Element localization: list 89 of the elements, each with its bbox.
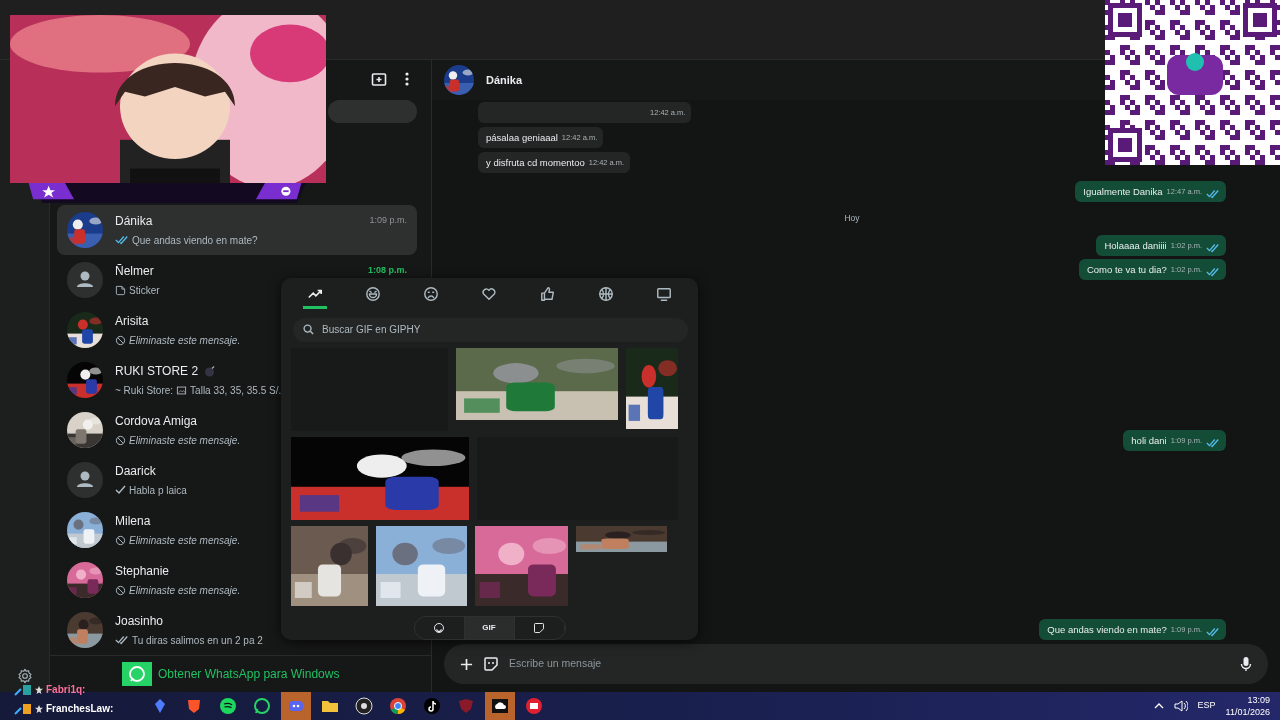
sticker-icon [533,622,545,635]
contact-name: Milena [115,512,151,530]
spotify-icon[interactable] [219,697,237,715]
record-icon[interactable] [355,697,373,715]
message-preview: Sticker [129,283,160,298]
message-text: Holaaaa daniiii [1104,238,1167,253]
microphone-icon[interactable] [1240,656,1252,672]
gif-search-field[interactable]: Buscar GIF en GIPHY [293,317,688,342]
gif-search-input[interactable]: Buscar GIF en GIPHY [320,321,688,339]
message-time: 1:09 p.m. [369,213,407,227]
message-preview: Que andas viendo en mate? [132,233,258,248]
cloud-icon[interactable] [491,697,509,715]
sticker-icon [115,284,126,296]
lion-shield-icon[interactable] [185,697,203,715]
thumbs-up-icon [539,286,556,303]
chat-username: FranchesLaw: [46,702,114,716]
chat-list-item[interactable]: Milena Eliminaste este mensaje. [57,504,281,555]
language-indicator[interactable]: ESP [1197,699,1216,713]
message-text: y disfruta cd momentoo [486,156,585,170]
message-text: pásalaa geniaaal [486,131,558,145]
message-preview: Tu diras salimos en un 2 pa 2 [132,633,263,648]
heart-icon [481,286,498,303]
chrome-icon[interactable] [389,697,407,715]
message-text: holi dani [1131,433,1167,448]
music-note-icon[interactable] [423,697,441,715]
sticker-icon[interactable] [483,656,499,672]
message-preview: Talla 33, 35, 35.5 S/. [190,383,282,398]
download-link[interactable]: Obtener WhatsApp para Windows [158,664,340,683]
tv-icon [655,286,672,303]
sad-face-icon [423,286,440,303]
bomb-icon [204,364,217,377]
settings-icon[interactable] [16,668,33,684]
message-author: ~ Ruki Store: [115,383,174,398]
chat-list-item[interactable]: Ñelmer 1:08 p.m. Sticker [57,254,417,305]
chat-list-item[interactable]: Arisita Eliminaste este mensaje. [57,304,281,355]
message-preview: Eliminaste este mensaje. [129,583,241,598]
message-preview: Eliminaste este mensaje. [129,533,241,548]
chat-list-item[interactable]: Stephanie Eliminaste este mensaje. [57,554,281,605]
chat-list-item[interactable]: Daarick Habla p laica [57,454,281,505]
date-label: Hoy [843,212,861,225]
blocked-icon [115,534,126,546]
basketball-icon [597,286,614,303]
qr-code-icon [1105,0,1280,165]
menu-icon[interactable] [405,71,409,86]
chat-list-item[interactable]: Cordova Amiga Eliminaste este mensaje. [57,404,281,455]
star-icon [35,685,43,694]
contact-name: Cordova Amiga [115,412,198,430]
message-text: Igualmente Danika [1083,185,1163,199]
message-field[interactable]: Escribe un mensaje [444,644,1268,684]
blocked-icon [115,334,126,346]
laughing-face-icon [365,286,382,303]
chevron-up-icon[interactable] [1153,703,1164,709]
contact-name: Daarick [115,462,156,480]
badge-icon [14,702,32,715]
contact-name: Arisita [115,312,149,330]
chat-list-item[interactable]: Dánika 1:09 p.m. Que andas viendo en mate? [57,204,417,255]
chat-bubble-icon[interactable] [253,697,271,715]
message-preview: Habla p laica [129,483,187,498]
contact-name: Stephanie [115,562,170,580]
contact-name: Ñelmer [115,262,154,280]
app-icon[interactable] [525,697,543,715]
star-icon [35,704,43,713]
badge-icon [14,683,32,696]
image-icon [176,384,188,396]
chat-username: Fabri1q: [46,683,86,697]
search-field[interactable] [328,100,417,123]
search-icon [303,324,314,336]
blocked-icon [115,584,126,596]
clock-date: 11/01/2026 [1225,706,1270,718]
speaker-icon[interactable] [1173,700,1188,712]
message-text: Que andas viendo en mate? [1047,622,1167,637]
contact-name: Joasinho [115,612,164,630]
contact-name: RUKI STORE 2 [115,362,199,380]
whatsapp-logo-icon [122,661,152,686]
plus-icon[interactable] [460,657,473,671]
message-text: Como te va tu dia? [1086,262,1167,277]
contact-name: Dánika [486,72,523,88]
smiley-icon [433,622,445,635]
new-chat-icon[interactable] [371,71,387,86]
message-input[interactable]: Escribe un mensaje [509,656,1230,672]
clock-time: 13:09 [1247,694,1270,706]
chat-list-item[interactable]: RUKI STORE 2 ~ Ruki Store: Talla 33, 35, 35.5 S/. [57,354,281,405]
contact-name: Dánika [115,212,153,230]
blocked-icon [115,434,126,446]
chat-list-item[interactable]: Joasinho Tu diras salimos en un 2 pa 2 [57,604,281,655]
message-preview: Eliminaste este mensaje. [129,333,241,348]
message-time: 1:08 p.m. [368,263,407,277]
message-preview: Eliminaste este mensaje. [129,433,241,448]
gif-tab[interactable]: GIF [464,617,515,639]
